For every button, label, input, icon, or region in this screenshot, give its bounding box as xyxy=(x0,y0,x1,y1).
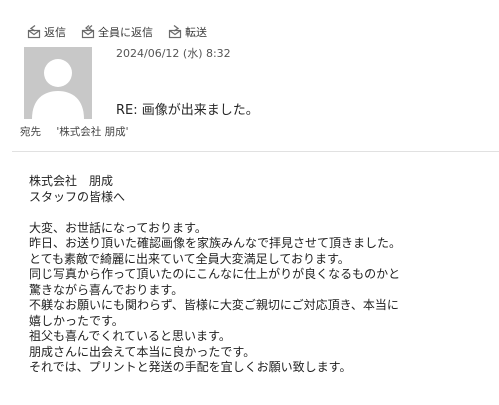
message-toolbar: 返信 全員に返信 転送 xyxy=(26,23,221,41)
body-line xyxy=(29,205,401,221)
body-line: 大変、お世話になっております。 xyxy=(29,220,207,235)
body-line: 驚きながら喜んでおります。 xyxy=(29,282,184,297)
reply-all-label: 全員に返信 xyxy=(98,26,153,39)
recipient-row: 宛先 '株式会社 朋成' xyxy=(20,124,128,139)
reply-button[interactable]: 返信 xyxy=(26,24,66,40)
sender-avatar xyxy=(24,47,92,119)
message-subject: RE: 画像が出来ました。 xyxy=(116,103,259,118)
person-silhouette-icon xyxy=(32,59,84,119)
message-body: 株式会社 朋成 スタッフの皆様へ 大変、お世話になっております。 昨日、お送り頂… xyxy=(29,174,401,376)
forward-icon xyxy=(167,24,183,40)
forward-label: 転送 xyxy=(185,26,207,39)
body-line: 株式会社 朋成 xyxy=(29,174,114,188)
body-line: 不躾なお願いにも関わらず、皆様に大変ご親切にご対応頂き、本当に xyxy=(29,298,399,312)
forward-button[interactable]: 転送 xyxy=(167,24,207,40)
body-line: 朋成さんに出会えて本当に良かったです。 xyxy=(29,344,256,359)
body-line: それでは、プリントと発送の手配を宜しくお願い致します。 xyxy=(29,360,352,374)
reply-icon xyxy=(26,24,42,40)
header-divider xyxy=(12,151,499,152)
body-line: 同じ写真から作って頂いたのにこんなに仕上がりが良くなるものかと xyxy=(29,267,401,281)
body-line: スタッフの皆様へ xyxy=(29,189,126,204)
message-date: 2024/06/12 (水) 8:32 xyxy=(116,47,231,60)
body-line: 昨日、お送り頂いた確認画像を家族みんなで拝見させて頂きました。 xyxy=(29,236,402,250)
to-recipient[interactable]: '株式会社 朋成' xyxy=(56,126,128,138)
body-line: とても素敵で綺麗に出来ていて全員大変満足しております。 xyxy=(29,251,350,266)
body-line: 祖父も喜んでくれていると思います。 xyxy=(29,329,231,343)
body-line: 嬉しかったです。 xyxy=(29,313,124,328)
reply-label: 返信 xyxy=(44,26,66,39)
reply-all-icon xyxy=(80,24,96,40)
to-label: 宛先 xyxy=(20,126,41,138)
reply-all-button[interactable]: 全員に返信 xyxy=(80,24,153,40)
